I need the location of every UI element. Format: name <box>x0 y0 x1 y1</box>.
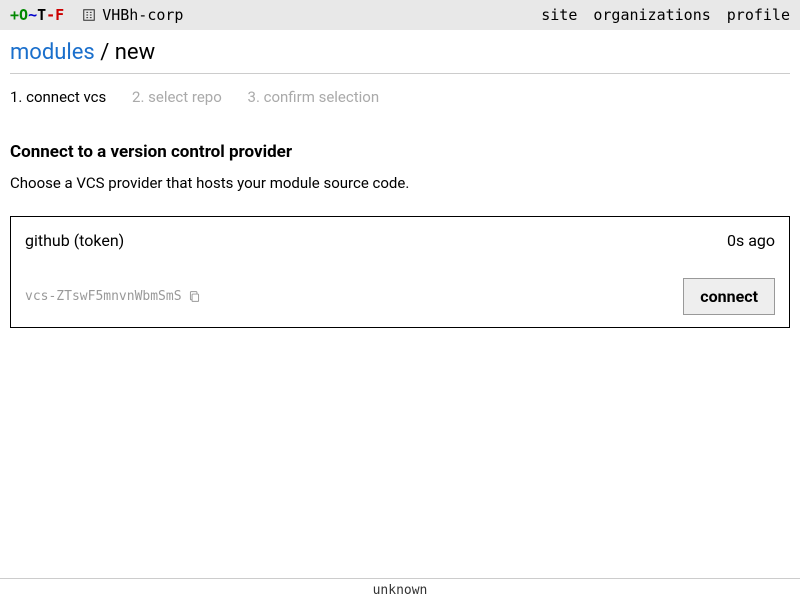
provider-age: 0s ago <box>727 231 775 250</box>
breadcrumb-current: new <box>115 40 155 65</box>
provider-id-text: vcs-ZTswF5mnvnWbmSmS <box>25 289 182 304</box>
breadcrumb-modules-link[interactable]: modules <box>10 40 95 65</box>
topbar: +O~T-F VHBh-corp site organizations prof… <box>0 0 800 30</box>
footer-text: unknown <box>373 583 428 598</box>
org-selector[interactable]: VHBh-corp <box>82 6 183 24</box>
step-confirm: 3. confirm selection <box>248 88 380 106</box>
wizard-steps: 1. connect vcs 2. select repo 3. confirm… <box>10 88 790 106</box>
provider-name: github (token) <box>25 231 124 250</box>
provider-id: vcs-ZTswF5mnvnWbmSmS <box>25 289 201 304</box>
section-description: Choose a VCS provider that hosts your mo… <box>10 174 790 192</box>
org-name: VHBh-corp <box>102 6 183 24</box>
nav-site[interactable]: site <box>541 6 577 24</box>
provider-card: github (token) 0s ago vcs-ZTswF5mnvnWbmS… <box>10 216 790 328</box>
footer: unknown <box>0 578 800 600</box>
step-connect-vcs[interactable]: 1. connect vcs <box>10 88 106 106</box>
nav-profile[interactable]: profile <box>727 6 790 24</box>
top-nav: site organizations profile <box>541 6 790 24</box>
step-select-repo: 2. select repo <box>132 88 222 106</box>
main-content: modules / new 1. connect vcs 2. select r… <box>0 30 800 578</box>
breadcrumb: modules / new <box>10 40 790 74</box>
app-logo: +O~T-F <box>10 6 64 24</box>
copy-icon[interactable] <box>188 290 201 303</box>
breadcrumb-sep: / <box>100 40 109 65</box>
section-title: Connect to a version control provider <box>10 142 790 162</box>
connect-button[interactable]: connect <box>683 278 775 315</box>
building-icon <box>82 8 96 22</box>
nav-organizations[interactable]: organizations <box>593 6 710 24</box>
